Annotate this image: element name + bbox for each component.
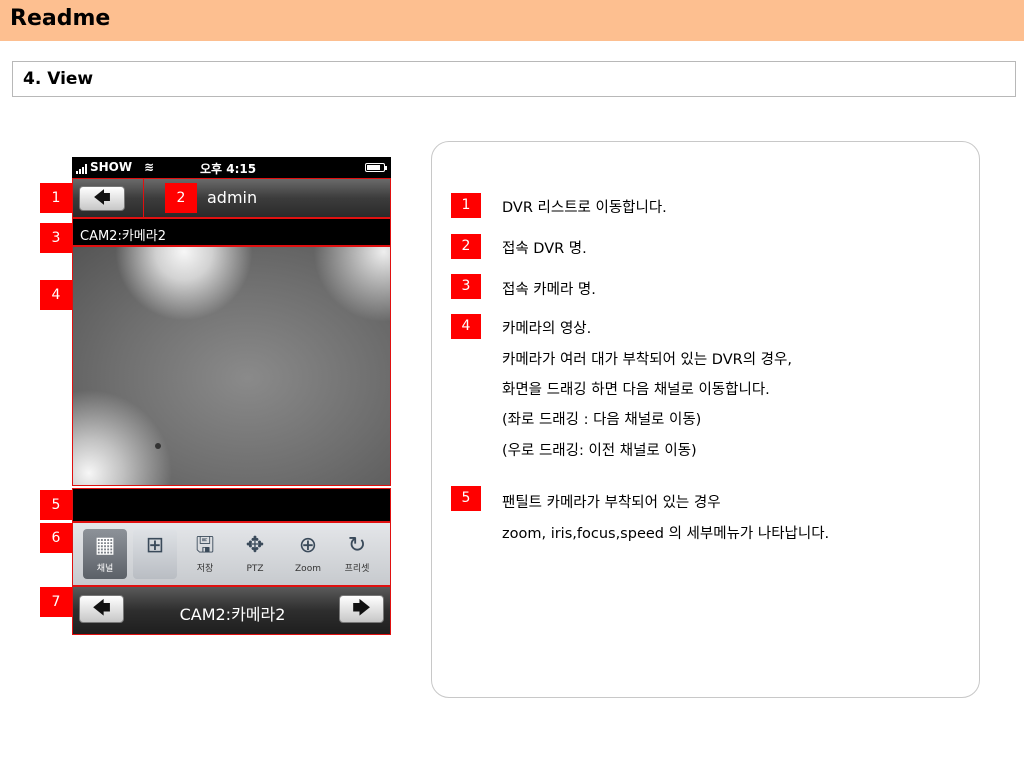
wifi-icon: ≋ — [144, 160, 155, 174]
zoom-button[interactable]: ⊕ Zoom — [286, 529, 330, 579]
phone-screen-mockup: SHOW ≋ 오후 4:15 🡄 admin CAM2:카메라2 ▦ 채널 ⊞ … — [72, 157, 391, 635]
marker-3: 3 — [40, 223, 72, 253]
desc-item-4-line-1: 카메라의 영상. — [502, 321, 592, 337]
save-label: 저장 — [196, 564, 214, 574]
status-time: 오후 4:15 — [200, 162, 257, 176]
desc-item-3: 접속 카메라 명. — [502, 282, 596, 298]
page-title: Readme — [10, 6, 111, 31]
ptz-label: PTZ — [246, 564, 264, 574]
preset-button[interactable]: ↻ 프리셋 — [335, 529, 379, 579]
marker-4: 4 — [40, 280, 72, 310]
channel-button[interactable]: ▦ 채널 — [83, 529, 127, 579]
zoom-label: Zoom — [295, 564, 321, 574]
carrier-indicator: SHOW — [76, 160, 132, 174]
dvr-name-title: admin — [207, 188, 258, 207]
signal-icon — [76, 164, 87, 174]
grid-9-icon: ▦ — [94, 533, 116, 558]
ptz-move-icon: ✥ — [245, 533, 265, 558]
section-header: 4. View — [12, 61, 1016, 97]
desc-marker-4: 4 — [451, 314, 481, 339]
desc-item-4-line-2: 카메라가 여러 대가 부착되어 있는 DVR의 경우, — [502, 352, 792, 368]
back-to-dvr-list-button[interactable]: 🡄 — [79, 186, 125, 211]
desc-marker-2: 2 — [451, 234, 481, 259]
nav-bar: 🡄 admin — [72, 178, 391, 218]
section-title: 4. View — [23, 69, 94, 89]
split-view-button[interactable]: ⊞ — [133, 529, 177, 579]
marker-2: 2 — [165, 183, 197, 213]
desc-item-5-line-1: 팬틸트 카메라가 부착되어 있는 경우 — [502, 495, 721, 511]
camera-video-view[interactable] — [72, 246, 391, 486]
video-spot — [155, 443, 161, 449]
marker-7: 7 — [40, 587, 72, 617]
title-bar: Readme — [0, 0, 1024, 41]
desc-item-4-line-3: 화면을 드래깅 하면 다음 채널로 이동합니다. — [502, 382, 770, 398]
camera-name-bar: CAM2:카메라2 — [72, 218, 391, 246]
ptz-button[interactable]: ✥ PTZ — [233, 529, 277, 579]
marker-5: 5 — [40, 490, 72, 520]
save-button[interactable]: 🖫 저장 — [183, 529, 227, 579]
ptz-submenu-bar — [72, 488, 391, 522]
desc-marker-5: 5 — [451, 486, 481, 511]
channel-label: 채널 — [96, 564, 114, 574]
camera-navigation-bar: 🡄 CAM2:카메라2 🡆 — [72, 586, 391, 635]
camera-name-label: CAM2:카메라2 — [80, 229, 166, 244]
preset-icon: ↻ — [347, 533, 367, 558]
bottom-toolbar: ▦ 채널 ⊞ 🖫 저장 ✥ PTZ ⊕ Zoom ↻ 프리셋 — [72, 522, 391, 586]
desc-item-2: 접속 DVR 명. — [502, 241, 587, 257]
grid-4-icon: ⊞ — [145, 533, 165, 558]
desc-item-5-line-2: zoom, iris,focus,speed 의 세부메뉴가 나타납니다. — [502, 526, 830, 542]
preset-label: 프리셋 — [344, 564, 370, 574]
save-icon: 🖫 — [195, 533, 215, 558]
desc-item-4-line-5: (우로 드래깅: 이전 채널로 이동) — [502, 443, 697, 459]
marker-6: 6 — [40, 523, 72, 553]
nav-divider — [143, 179, 144, 217]
desc-item-4-line-4: (좌로 드래깅 : 다음 채널로 이동) — [502, 412, 702, 428]
marker-1: 1 — [40, 183, 72, 213]
status-bar: SHOW ≋ 오후 4:15 — [72, 157, 391, 178]
desc-marker-3: 3 — [451, 274, 481, 299]
desc-marker-1: 1 — [451, 193, 481, 218]
next-camera-button[interactable]: 🡆 — [339, 595, 384, 623]
carrier-name: SHOW — [90, 160, 133, 174]
zoom-icon: ⊕ — [298, 533, 318, 558]
desc-item-1: DVR 리스트로 이동합니다. — [502, 200, 667, 216]
battery-icon — [365, 163, 387, 172]
